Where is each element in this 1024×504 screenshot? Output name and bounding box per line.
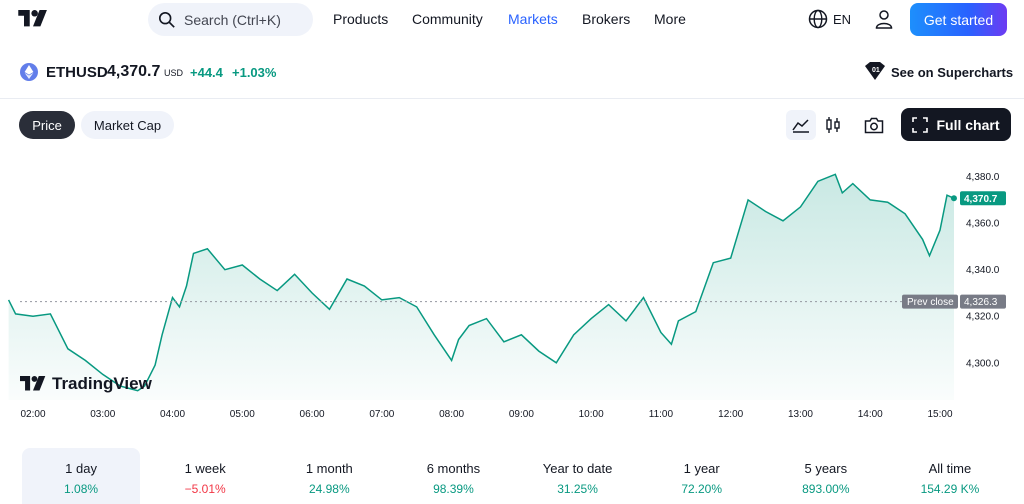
x-tick-label: 12:00 <box>718 409 743 420</box>
period-change: 72.20% <box>681 482 723 496</box>
period-label: 1 year <box>683 461 720 476</box>
nav-markets[interactable]: Markets <box>508 11 558 27</box>
x-tick-label: 03:00 <box>90 409 115 420</box>
period-tab[interactable]: 1 week −5.01% <box>146 448 264 504</box>
period-label: Year to date <box>542 461 613 476</box>
price-change: +44.4 <box>190 65 223 80</box>
price-change-percent: +1.03% <box>232 65 277 80</box>
period-change: 24.98% <box>308 482 350 496</box>
tradingview-logo-icon <box>20 376 46 391</box>
period-label: 1 week <box>184 461 226 476</box>
period-label: 6 months <box>426 461 481 476</box>
candles-chart-button[interactable] <box>818 110 848 140</box>
full-chart-button[interactable]: Full chart <box>901 108 1011 141</box>
y-tick-label: 4,320.0 <box>966 312 1000 323</box>
tradingview-watermark: TradingView <box>20 374 152 394</box>
camera-icon <box>864 117 884 133</box>
x-tick-label: 13:00 <box>788 409 813 420</box>
y-tick-label: 4,360.0 <box>966 219 1000 230</box>
search-icon <box>158 11 175 28</box>
period-change: 893.00% <box>802 482 850 496</box>
x-tick-label: 10:00 <box>579 409 604 420</box>
y-tick-label: 4,340.0 <box>966 265 1000 276</box>
symbol-header: ETHUSD 4,370.7 USD +44.4 +1.03% 01 See o… <box>0 56 1024 90</box>
x-tick-label: 15:00 <box>927 409 952 420</box>
symbol-ticker: ETHUSD <box>46 64 108 81</box>
prev-close-value: 4,326.3 <box>964 297 998 308</box>
x-tick-label: 06:00 <box>300 409 325 420</box>
search-box[interactable]: Search (Ctrl+K) <box>148 3 313 36</box>
period-tab[interactable]: 1 day 1.08% <box>22 448 141 504</box>
search-placeholder: Search (Ctrl+K) <box>184 11 281 28</box>
last-price-value: 4,370.7 <box>964 194 998 205</box>
x-tick-label: 09:00 <box>509 409 534 420</box>
nav-products[interactable]: Products <box>333 11 388 27</box>
period-change: 98.39% <box>433 482 474 496</box>
period-tab[interactable]: 6 months 98.39% <box>394 448 512 504</box>
x-tick-label: 11:00 <box>649 409 674 420</box>
y-tick-label: 4,380.0 <box>966 172 1000 183</box>
see-on-supercharts-link[interactable]: See on Supercharts <box>891 65 1013 80</box>
symbol-price: 4,370.7 <box>107 63 161 80</box>
x-tick-label: 04:00 <box>160 409 185 420</box>
x-tick-label: 14:00 <box>858 409 883 420</box>
prev-close-text: Prev close <box>907 297 954 308</box>
period-label: 1 day <box>65 461 97 476</box>
period-tab[interactable]: Year to date 31.25% <box>519 448 637 504</box>
area-chart-button[interactable] <box>786 110 816 140</box>
period-label: 5 years <box>804 461 848 476</box>
nav-community[interactable]: Community <box>412 11 483 27</box>
expand-icon <box>912 116 929 133</box>
x-tick-label: 05:00 <box>230 409 255 420</box>
period-change: 154.29 K% <box>920 482 980 496</box>
prev-close-marker: Prev close 4,326.3 <box>902 294 1006 309</box>
language-selector[interactable]: EN <box>833 12 851 27</box>
period-change: −5.01% <box>184 482 226 496</box>
price-area <box>8 174 955 400</box>
last-price-marker: 4,370.7 <box>950 191 1006 206</box>
tradingview-logo[interactable] <box>18 10 48 28</box>
snapshot-button[interactable] <box>859 110 889 140</box>
period-selector: 1 day 1.08% 1 week −5.01% 1 month 24.98% 6 mon… <box>19 448 1012 504</box>
globe-icon[interactable] <box>808 9 828 29</box>
nav-more[interactable]: More <box>654 11 686 27</box>
tab-market-cap[interactable]: Market Cap <box>81 111 174 139</box>
period-change: 31.25% <box>557 482 598 496</box>
tab-price[interactable]: Price <box>19 111 75 139</box>
period-change: 1.08% <box>64 482 99 496</box>
candlestick-icon <box>826 117 840 133</box>
get-started-button[interactable]: Get started <box>910 3 1007 36</box>
x-tick-label: 08:00 <box>439 409 464 420</box>
period-tab[interactable]: 5 years 893.00% <box>767 448 885 504</box>
user-icon[interactable] <box>874 9 894 29</box>
watermark-text: TradingView <box>52 374 152 393</box>
price-currency: USD <box>164 68 184 78</box>
supercharts-icon[interactable]: 01 <box>864 61 886 81</box>
svg-text:01: 01 <box>872 67 880 74</box>
period-tab[interactable]: 1 year 72.20% <box>643 448 761 504</box>
ethereum-icon <box>20 63 38 81</box>
x-tick-label: 07:00 <box>369 409 394 420</box>
y-tick-label: 4,300.0 <box>966 358 1000 369</box>
full-chart-label: Full chart <box>936 116 1000 133</box>
period-label: 1 month <box>305 461 353 476</box>
nav-brokers[interactable]: Brokers <box>582 11 630 27</box>
area-chart-icon <box>792 119 809 133</box>
period-label: All time <box>928 461 972 476</box>
header-divider <box>0 98 1024 99</box>
top-nav: Search (Ctrl+K) Products Community Marke… <box>0 0 1024 40</box>
price-chart[interactable]: 4,300.0 4,320.0 4,340.0 4,360.0 4,380.0 02:0… <box>0 150 1024 425</box>
x-axis: 02:00 03:00 04:00 05:00 06:00 07:00 08:00 09:00… <box>20 409 952 420</box>
period-tab[interactable]: All time 154.29 K% <box>891 448 1009 504</box>
x-tick-label: 02:00 <box>20 409 45 420</box>
last-price-dot <box>950 195 957 202</box>
period-tab[interactable]: 1 month 24.98% <box>270 448 388 504</box>
